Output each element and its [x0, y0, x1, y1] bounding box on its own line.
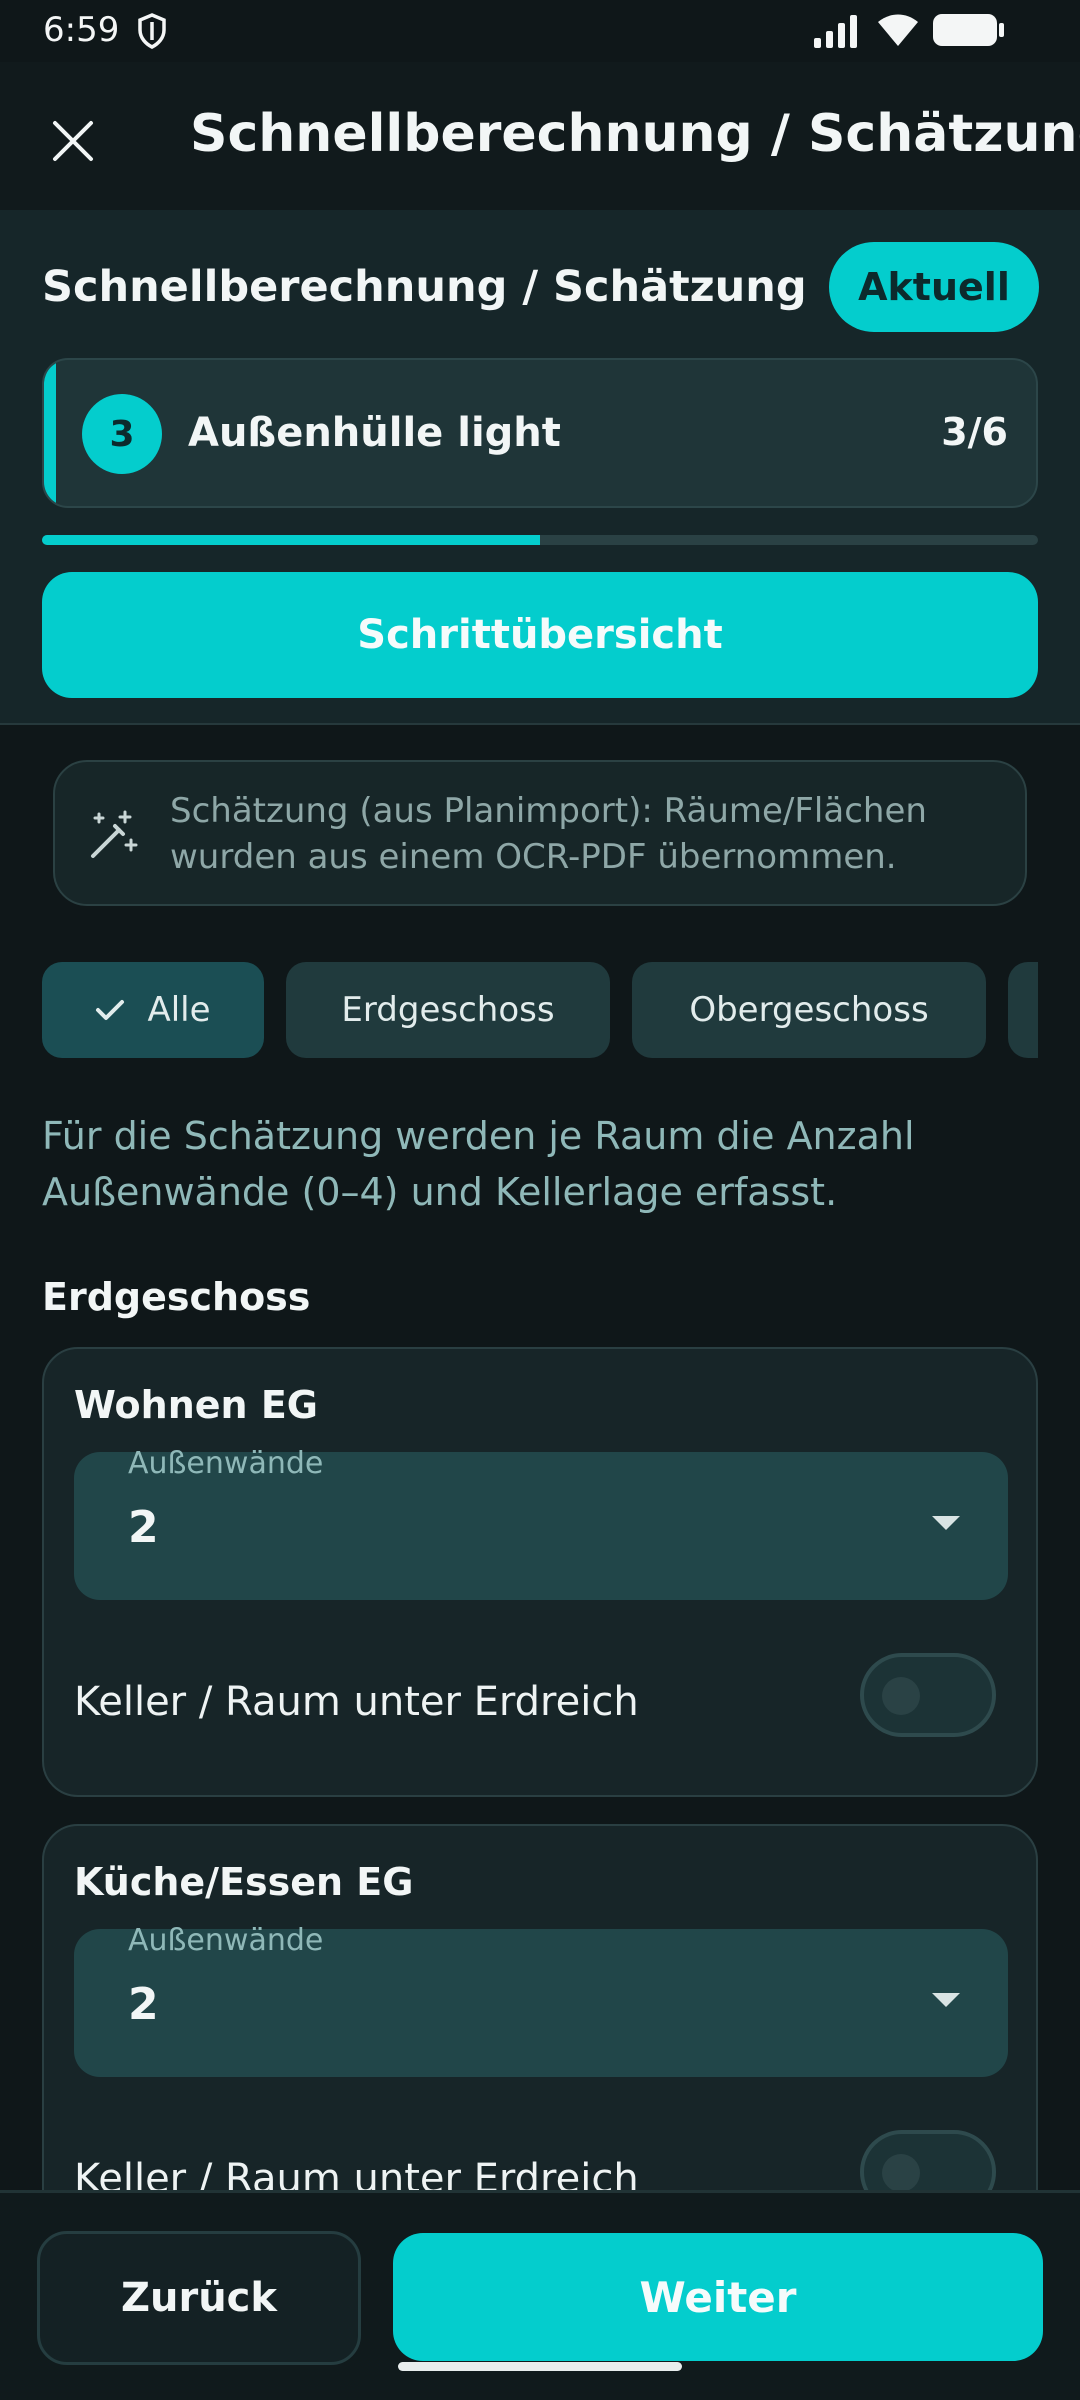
filter-chip-ground-floor[interactable]: Erdgeschoss — [286, 962, 610, 1058]
room-name: Küche/Essen EG — [74, 1860, 414, 1904]
filter-chip-label: Obergeschoss — [689, 990, 929, 1030]
status-badge: Aktuell — [829, 242, 1039, 332]
basement-toggle[interactable] — [860, 1653, 996, 1737]
toggle-knob — [882, 2154, 920, 2192]
step-number-badge: 3 — [82, 394, 162, 474]
check-icon — [96, 1000, 125, 1020]
wifi-icon — [878, 14, 918, 46]
step-progress-bar — [42, 535, 1038, 545]
app-title: Schnellberechnung / Schätzung — [190, 104, 1080, 164]
step-progress-fill — [42, 535, 540, 545]
shield-icon — [138, 13, 166, 49]
basement-toggle-label: Keller / Raum unter Erdreich — [74, 1679, 639, 1725]
select-label: Außenwände — [128, 1923, 324, 1958]
cell-signal-icon — [814, 15, 857, 48]
exterior-walls-select[interactable]: Außenwände 2 — [74, 1923, 1008, 2077]
app-bar: Schnellberechnung / Schätzung — [0, 62, 1080, 210]
home-indicator[interactable] — [398, 2362, 682, 2371]
chevron-down-icon — [932, 1516, 960, 1530]
toggle-knob — [882, 1677, 920, 1715]
filter-chip-label: Erdgeschoss — [341, 990, 555, 1030]
select-value: 2 — [128, 1979, 159, 2030]
filter-chip-label: Alle — [147, 990, 211, 1030]
step-name: Außenhülle light — [188, 410, 561, 456]
room-name: Wohnen EG — [74, 1383, 318, 1427]
battery-icon — [933, 14, 1004, 46]
exterior-walls-select[interactable]: Außenwände 2 — [74, 1446, 1008, 1600]
step-accent-bar — [44, 360, 56, 506]
close-icon — [53, 121, 93, 161]
filter-chip-upper-floor[interactable]: Obergeschoss — [632, 962, 986, 1058]
floor-filter-chips: Alle Erdgeschoss Obergeschoss — [42, 962, 1038, 1058]
filter-chip-more[interactable] — [1008, 962, 1038, 1058]
magic-wand-icon — [91, 810, 138, 858]
current-step-card: 3 Außenhülle light 3/6 — [42, 358, 1038, 508]
section-heading: Erdgeschoss — [42, 1275, 311, 1319]
next-button[interactable]: Weiter — [393, 2233, 1043, 2361]
status-bar: 6:59 — [0, 0, 1080, 62]
room-card: Wohnen EG Außenwände 2 Keller / Raum unt… — [42, 1347, 1038, 1797]
select-value: 2 — [128, 1502, 159, 1553]
header-title: Schnellberechnung / Schätzung — [42, 262, 807, 312]
info-text: Schätzung (aus Planimport): Räume/Fläche… — [170, 791, 927, 877]
back-button[interactable]: Zurück — [37, 2231, 361, 2365]
info-banner: Schätzung (aus Planimport): Räume/Fläche… — [53, 760, 1027, 906]
status-time: 6:59 — [43, 10, 120, 50]
step-counter: 3/6 — [941, 410, 1008, 454]
filter-chip-all[interactable]: Alle — [42, 962, 264, 1058]
screen: 6:59 Schnellberechnung / Schätzung Schne… — [0, 0, 1080, 2400]
header-panel: Schnellberechnung / Schätzung Aktuell 3 … — [0, 210, 1080, 725]
close-button[interactable] — [42, 110, 104, 172]
step-overview-button[interactable]: Schrittübersicht — [42, 572, 1038, 698]
select-label: Außenwände — [128, 1446, 324, 1481]
hint-text: Für die Schätzung werden je Raum die Anz… — [42, 1114, 915, 1214]
chevron-down-icon — [932, 1993, 960, 2007]
